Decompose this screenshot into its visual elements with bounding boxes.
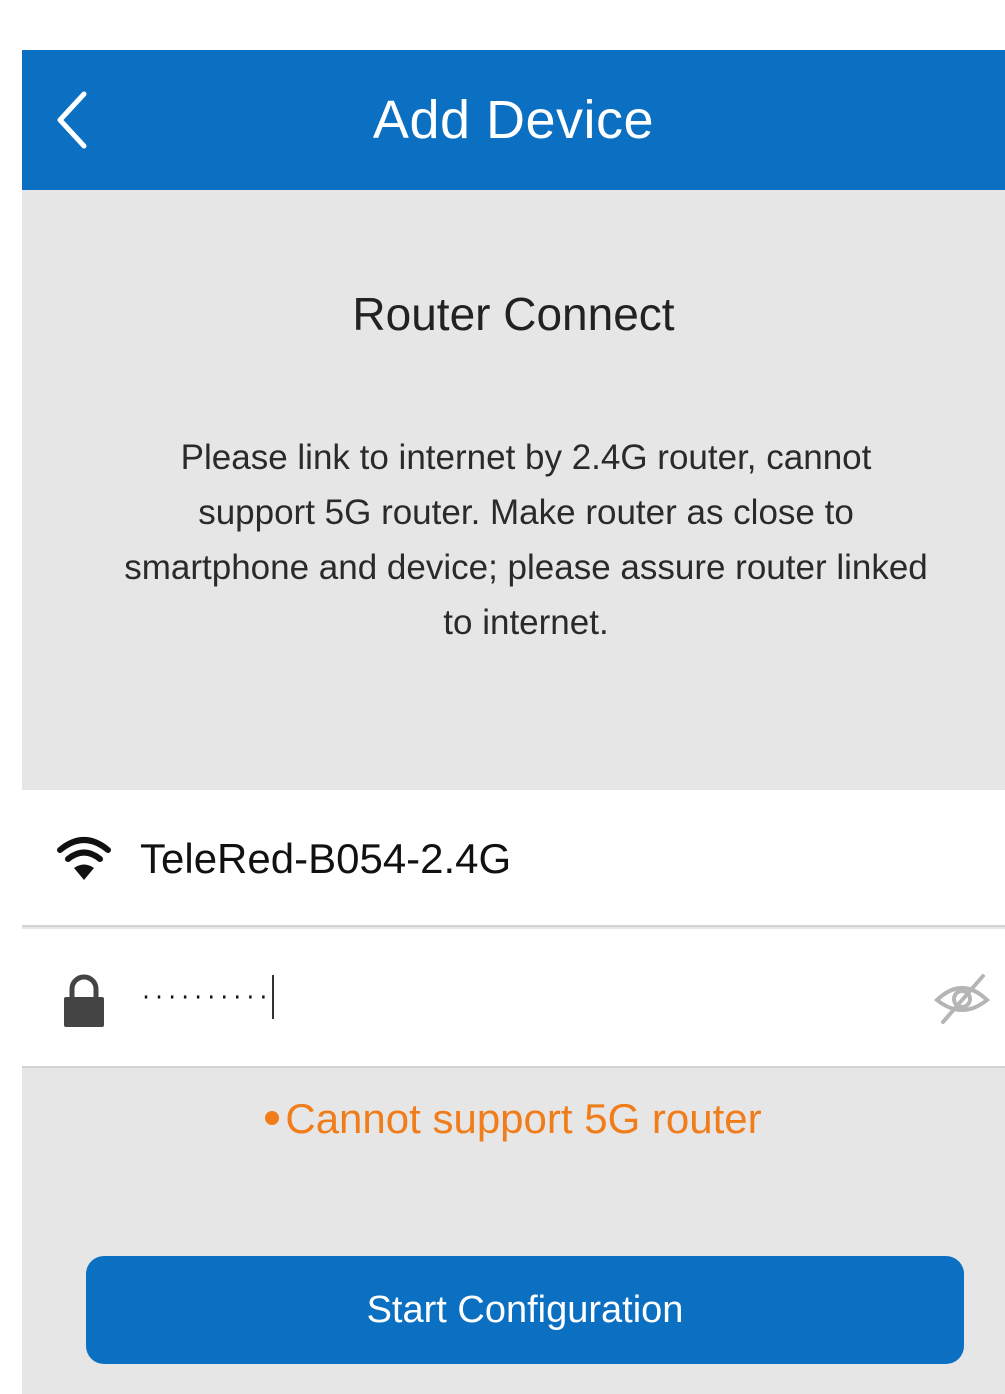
password-masked-value: ·········· (140, 985, 271, 1009)
lock-icon (56, 969, 112, 1033)
page-title: Add Device (372, 90, 655, 150)
password-row: ·········· (22, 929, 1005, 1068)
warning-message: Cannot support 5G router (22, 1094, 1005, 1144)
wifi-ssid: TeleRed-B054-2.4G (140, 835, 512, 882)
app-bar: Add Device (22, 50, 1005, 190)
text-caret (272, 975, 275, 1019)
warning-bullet-icon (265, 1110, 280, 1125)
toggle-password-visibility-button[interactable] (931, 967, 993, 1029)
add-device-screen: Add Device Router Connect Please link to… (22, 50, 1005, 1394)
instructions-text: Please link to internet by 2.4G router, … (124, 438, 928, 642)
eye-off-icon (933, 974, 991, 1024)
wifi-network-row[interactable]: TeleRed-B054-2.4G (22, 790, 1005, 927)
password-field[interactable]: ·········· (140, 969, 900, 1025)
section-title: Router Connect (352, 288, 675, 340)
router-info-panel: Router Connect Please link to internet b… (22, 190, 1005, 790)
warning-text: Cannot support 5G router (285, 1095, 762, 1142)
start-configuration-button[interactable]: Start Configuration (86, 1256, 964, 1364)
wifi-icon (56, 830, 112, 886)
